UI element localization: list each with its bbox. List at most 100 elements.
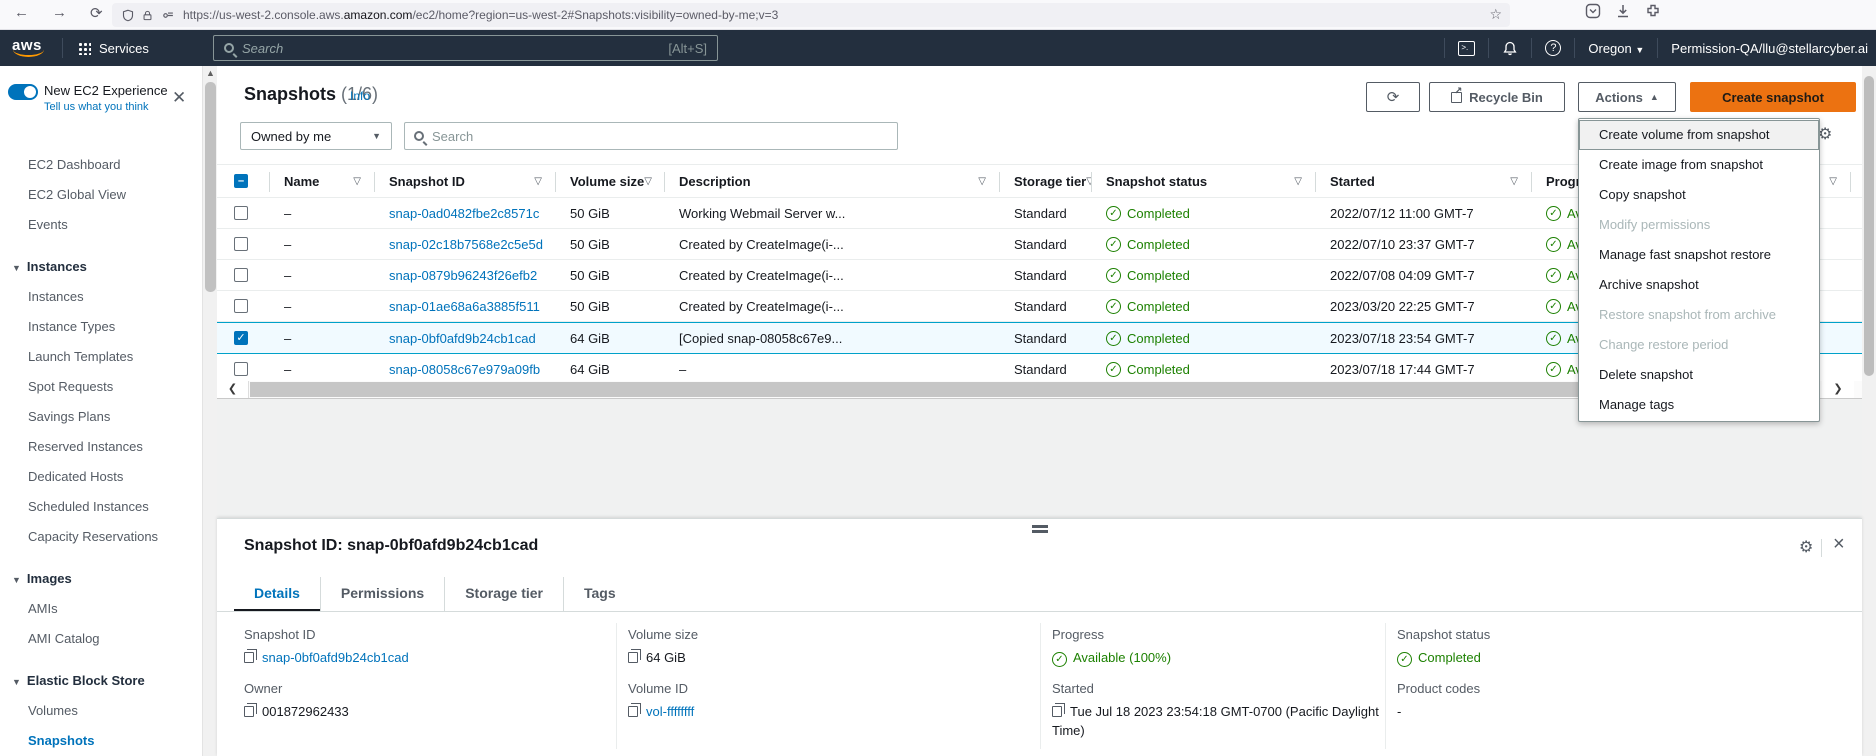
sidebar-item-reserved-instances[interactable]: Reserved Instances bbox=[0, 432, 202, 462]
filter-icon[interactable]: ▽ bbox=[644, 176, 652, 187]
sidebar-item-ec2-global-view[interactable]: EC2 Global View bbox=[0, 180, 202, 210]
column-header-snapshot-id[interactable]: Snapshot ID▽ bbox=[375, 165, 556, 197]
snapshot-id-link[interactable]: snap-0879b96243f26efb2 bbox=[389, 268, 537, 283]
sidebar-item-scheduled-instances[interactable]: Scheduled Instances bbox=[0, 492, 202, 522]
notifications-bell-icon[interactable] bbox=[1502, 40, 1518, 57]
back-icon[interactable]: ← bbox=[14, 4, 29, 21]
row-checkbox[interactable] bbox=[234, 268, 248, 282]
menu-item-archive-snapshot[interactable]: Archive snapshot bbox=[1579, 270, 1819, 300]
field-value-link[interactable]: vol-ffffffff bbox=[646, 704, 694, 719]
sidebar-item-events[interactable]: Events bbox=[0, 210, 202, 240]
copy-icon[interactable] bbox=[628, 706, 638, 717]
select-all-checkbox[interactable]: – bbox=[234, 174, 248, 188]
lock-icon[interactable] bbox=[142, 9, 153, 22]
scroll-right-icon[interactable]: ❯ bbox=[1822, 381, 1854, 398]
column-header-snapshot-status[interactable]: Snapshot status▽ bbox=[1092, 165, 1316, 197]
sidebar-item-images[interactable]: ▼Images bbox=[0, 564, 202, 594]
sidebar-item-instance-types[interactable]: Instance Types bbox=[0, 312, 202, 342]
panel-drag-handle[interactable] bbox=[1032, 525, 1048, 533]
snapshot-id-link[interactable]: snap-01ae68a6a3885f511 bbox=[389, 299, 540, 314]
hscroll-thumb[interactable] bbox=[250, 382, 1802, 397]
row-checkbox[interactable]: ✓ bbox=[234, 331, 248, 345]
panel-close-icon[interactable]: × bbox=[1833, 533, 1845, 556]
filter-icon[interactable]: ▽ bbox=[1829, 176, 1837, 187]
menu-item-create-image-from-snapshot[interactable]: Create image from snapshot bbox=[1579, 150, 1819, 180]
copy-icon[interactable] bbox=[244, 706, 254, 717]
url-bar[interactable]: https://us-west-2.console.aws.amazon.com… bbox=[112, 3, 1510, 27]
sidebar-item-spot-requests[interactable]: Spot Requests bbox=[0, 372, 202, 402]
region-selector[interactable]: Oregon ▼ bbox=[1588, 41, 1644, 56]
sidebar-item-snapshots[interactable]: Snapshots bbox=[0, 726, 202, 756]
row-checkbox[interactable] bbox=[234, 237, 248, 251]
account-menu[interactable]: Permission-QA/llu@stellarcyber.ai bbox=[1671, 41, 1868, 56]
forward-icon[interactable]: → bbox=[52, 4, 67, 21]
pocket-icon[interactable] bbox=[1585, 3, 1601, 19]
menu-item-manage-tags[interactable]: Manage tags bbox=[1579, 390, 1819, 420]
menu-item-manage-fast-snapshot-restore[interactable]: Manage fast snapshot restore bbox=[1579, 240, 1819, 270]
column-header-description[interactable]: Description▽ bbox=[665, 165, 1000, 197]
filter-icon[interactable]: ▽ bbox=[534, 176, 542, 187]
column-header-started[interactable]: Started▽ bbox=[1316, 165, 1532, 197]
tab-tags[interactable]: Tags bbox=[564, 577, 636, 611]
sidebar-item-ami-catalog[interactable]: AMI Catalog bbox=[0, 624, 202, 654]
actions-button[interactable]: Actions▲ bbox=[1578, 82, 1676, 112]
sidebar-item-amis[interactable]: AMIs bbox=[0, 594, 202, 624]
window-scrollbar[interactable] bbox=[1862, 66, 1876, 756]
sidebar-item-launch-templates[interactable]: Launch Templates bbox=[0, 342, 202, 372]
info-link[interactable]: Info bbox=[350, 89, 370, 103]
field-value-link[interactable]: snap-0bf0afd9b24cb1cad bbox=[262, 650, 409, 665]
column-header-checkbox[interactable]: – bbox=[217, 165, 270, 197]
menu-item-delete-snapshot[interactable]: Delete snapshot bbox=[1579, 360, 1819, 390]
snapshot-id-link[interactable]: snap-0bf0afd9b24cb1cad bbox=[389, 331, 536, 346]
new-experience-toggle[interactable] bbox=[8, 84, 38, 100]
tab-storage-tier[interactable]: Storage tier bbox=[445, 577, 564, 611]
help-icon[interactable]: ? bbox=[1545, 40, 1561, 56]
sidebar-item-instances[interactable]: ▼Instances bbox=[0, 252, 202, 282]
sidebar-item-instances[interactable]: Instances bbox=[0, 282, 202, 312]
snapshot-id-link[interactable]: snap-08058c67e979a09fb bbox=[389, 362, 540, 377]
global-search-input[interactable]: Search [Alt+S] bbox=[213, 35, 718, 61]
create-snapshot-button[interactable]: Create snapshot bbox=[1690, 82, 1856, 112]
menu-item-copy-snapshot[interactable]: Copy snapshot bbox=[1579, 180, 1819, 210]
snapshot-id-link[interactable]: snap-02c18b7568e2c5e5d bbox=[389, 237, 543, 252]
copy-icon[interactable] bbox=[244, 652, 254, 663]
row-checkbox[interactable] bbox=[234, 299, 248, 313]
scroll-up-icon[interactable]: ▲ bbox=[203, 68, 218, 78]
sidebar-item-capacity-reservations[interactable]: Capacity Reservations bbox=[0, 522, 202, 552]
bookmark-star-icon[interactable]: ☆ bbox=[1489, 6, 1502, 23]
table-settings-gear-icon[interactable]: ⚙ bbox=[1818, 124, 1832, 144]
sidebar-item-dedicated-hosts[interactable]: Dedicated Hosts bbox=[0, 462, 202, 492]
filter-icon[interactable]: ▽ bbox=[978, 176, 986, 187]
sidebar-item-volumes[interactable]: Volumes bbox=[0, 696, 202, 726]
recycle-bin-button[interactable]: Recycle Bin bbox=[1429, 82, 1565, 112]
column-header-name[interactable]: Name▽ bbox=[270, 165, 375, 197]
copy-icon[interactable] bbox=[1052, 706, 1062, 717]
copy-icon[interactable] bbox=[628, 652, 638, 663]
snapshot-id-link[interactable]: snap-0ad0482fbe2c8571c bbox=[389, 206, 539, 221]
filter-icon[interactable]: ▽ bbox=[1510, 176, 1518, 187]
scroll-left-icon[interactable]: ❮ bbox=[217, 381, 249, 398]
sidebar-item-savings-plans[interactable]: Savings Plans bbox=[0, 402, 202, 432]
feedback-link[interactable]: Tell us what you think bbox=[44, 101, 149, 113]
cloudshell-icon[interactable]: >. bbox=[1458, 41, 1475, 56]
content-left-scrollbar[interactable]: ▲ bbox=[202, 66, 217, 756]
row-checkbox[interactable] bbox=[234, 206, 248, 220]
column-header-storage-tier[interactable]: Storage tier▽ bbox=[1000, 165, 1092, 197]
row-checkbox[interactable] bbox=[234, 362, 248, 376]
aws-logo[interactable]: aws bbox=[12, 37, 42, 54]
panel-settings-gear-icon[interactable]: ⚙ bbox=[1799, 537, 1813, 557]
tab-details[interactable]: Details bbox=[234, 577, 321, 611]
ownership-filter-select[interactable]: Owned by me▼ bbox=[240, 122, 392, 150]
extensions-icon[interactable] bbox=[1645, 3, 1661, 19]
sidebar-item-elastic-block-store[interactable]: ▼Elastic Block Store bbox=[0, 666, 202, 696]
menu-item-create-volume-from-snapshot[interactable]: Create volume from snapshot bbox=[1579, 120, 1819, 150]
refresh-button[interactable]: ⟳ bbox=[1366, 82, 1420, 112]
reload-icon[interactable]: ⟳ bbox=[90, 4, 103, 22]
tracking-shield-icon[interactable] bbox=[122, 9, 134, 22]
permissions-icon[interactable] bbox=[161, 9, 175, 22]
sidebar-item-ec2-dashboard[interactable]: EC2 Dashboard bbox=[0, 150, 202, 180]
close-icon[interactable]: ✕ bbox=[172, 88, 186, 108]
column-header-volume-size[interactable]: Volume size▽ bbox=[556, 165, 665, 197]
table-search-input[interactable]: Search bbox=[404, 122, 898, 150]
downloads-icon[interactable] bbox=[1615, 3, 1631, 19]
